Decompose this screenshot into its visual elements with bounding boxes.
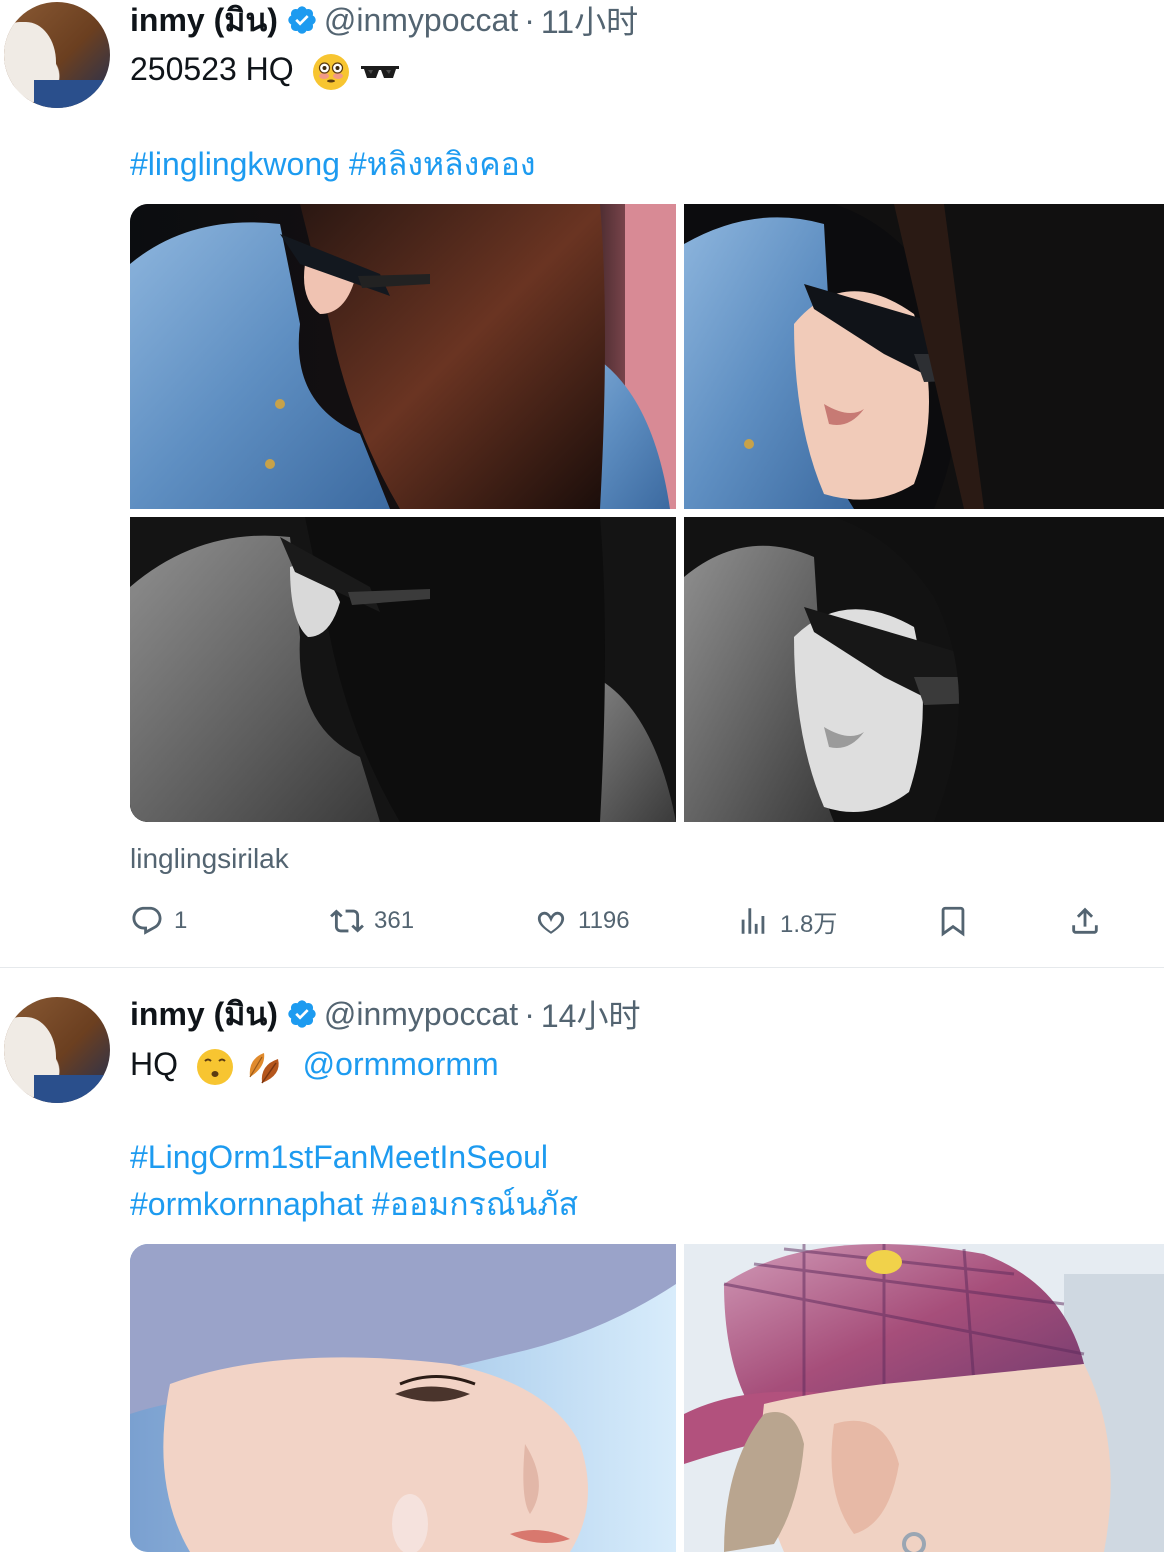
tweet-text: 250523 HQ	[130, 46, 401, 92]
retweet-icon	[330, 909, 364, 933]
photo[interactable]	[130, 1244, 676, 1552]
share-icon	[1072, 907, 1098, 934]
tweet[interactable]: inmy (มิน) @inmypoccat · 14小时 HQ @ormmor…	[0, 969, 1164, 1552]
views-chart-icon	[741, 908, 765, 934]
separator-dot: ·	[524, 1, 535, 38]
tweet-header: inmy (มิน) @inmypoccat · 14小时	[130, 991, 641, 1037]
tweet-text-line: HQ	[130, 1046, 178, 1082]
tweet-text-line: 250523 HQ	[130, 51, 294, 87]
avatar[interactable]	[4, 997, 110, 1103]
action-bar: 1 361 1196 1.8万	[0, 896, 1164, 946]
hashtag-line[interactable]: #linglingkwong #หลิงหลิงคอง	[130, 141, 536, 187]
verified-badge-icon	[288, 6, 316, 34]
like-count: 1196	[578, 907, 630, 934]
display-name[interactable]: inmy (มิน)	[130, 0, 278, 46]
retweet-count: 361	[374, 907, 415, 934]
reply-count: 1	[174, 907, 188, 934]
media-grid[interactable]	[130, 1244, 1164, 1552]
handle[interactable]: @inmypoccat	[324, 2, 518, 39]
sunglasses-emoji-icon	[361, 65, 400, 78]
handle[interactable]: @inmypoccat	[324, 996, 518, 1033]
media-credit[interactable]: linglingsirilak	[130, 843, 289, 875]
media-grid[interactable]	[130, 204, 1164, 822]
photo[interactable]	[130, 204, 676, 509]
views-button[interactable]: 1.8万	[736, 896, 837, 946]
hashtag-line[interactable]: #ormkornnaphat #ออมกรณ์นภัส	[130, 1181, 578, 1227]
heart-icon	[537, 911, 565, 934]
display-name[interactable]: inmy (มิน)	[130, 989, 278, 1040]
reply-icon	[132, 906, 162, 935]
photo[interactable]	[684, 204, 1164, 509]
separator-dot: ·	[524, 995, 535, 1032]
tweet-text: HQ @ormmormm	[130, 1041, 499, 1087]
avatar[interactable]	[4, 2, 110, 108]
bookmark-icon	[941, 906, 965, 937]
share-button[interactable]	[1068, 896, 1112, 946]
views-count: 1.8万	[780, 910, 838, 938]
fallen-leaf-emoji-icon	[249, 1052, 279, 1083]
retweet-button[interactable]: 361	[330, 896, 414, 946]
reply-button[interactable]: 1	[130, 896, 187, 946]
bookmark-button[interactable]	[936, 896, 980, 946]
kissing-face-emoji-icon	[196, 1048, 233, 1085]
flushed-face-emoji-icon	[312, 53, 349, 90]
timestamp[interactable]: 11小时	[541, 0, 638, 43]
photo[interactable]	[684, 1244, 1164, 1552]
tweet[interactable]: inmy (มิน) @inmypoccat · 11小时 250523 HQ …	[0, 0, 1164, 968]
photo[interactable]	[684, 517, 1164, 822]
tweet-header: inmy (มิน) @inmypoccat · 11小时	[130, 0, 638, 43]
hashtag-line[interactable]: #LingOrm1stFanMeetInSeoul	[130, 1134, 548, 1180]
like-button[interactable]: 1196	[534, 896, 630, 946]
verified-badge-icon	[288, 1000, 316, 1028]
timestamp[interactable]: 14小时	[541, 991, 641, 1037]
mention-link[interactable]: @ormmormm	[303, 1046, 499, 1082]
photo[interactable]	[130, 517, 676, 822]
